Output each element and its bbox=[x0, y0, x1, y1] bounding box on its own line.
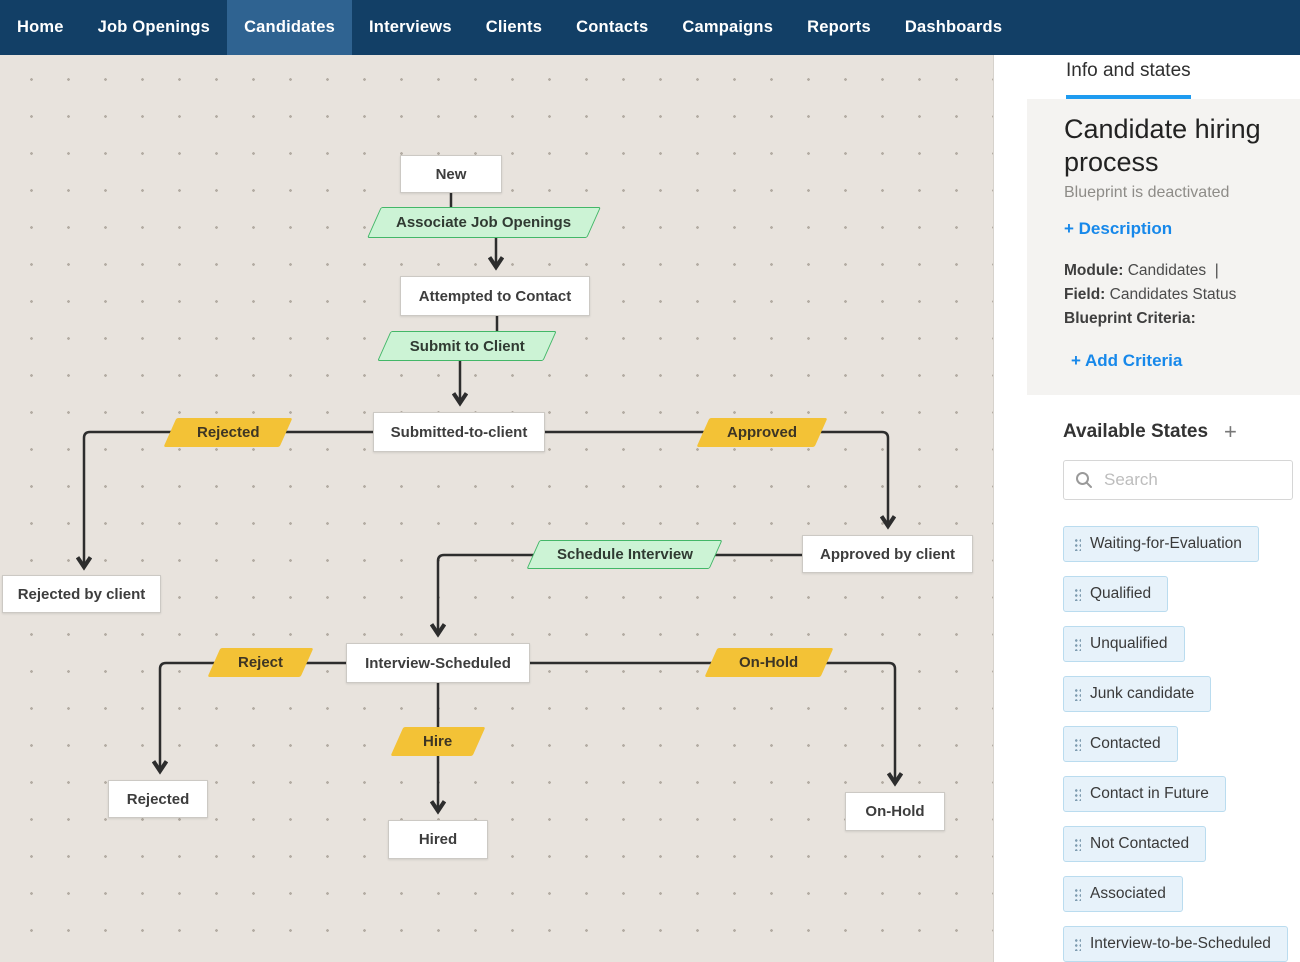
state-chip-list: Waiting-for-Evaluation Qualified Unquali… bbox=[1063, 526, 1300, 962]
state-node-approved-by-client[interactable]: Approved by client bbox=[802, 535, 973, 573]
transition-node-approved[interactable]: Approved bbox=[697, 418, 828, 447]
nav-item[interactable]: Candidates bbox=[227, 0, 352, 55]
transition-node-reject[interactable]: Reject bbox=[208, 648, 314, 677]
nav-item[interactable]: Campaigns bbox=[665, 0, 790, 55]
field-row: Field: Candidates Status bbox=[1064, 283, 1286, 307]
module-separator: | bbox=[1215, 262, 1219, 279]
transition-node-associate-job-openings[interactable]: Associate Job Openings bbox=[367, 207, 601, 238]
info-states-panel: Info and states Candidate hiring process… bbox=[1010, 55, 1300, 962]
nav-item[interactable]: Interviews bbox=[352, 0, 469, 55]
drag-handle-icon bbox=[1074, 788, 1081, 801]
tab-info-and-states[interactable]: Info and states bbox=[1066, 60, 1191, 99]
drag-handle-icon bbox=[1074, 888, 1081, 901]
add-state-plus-icon[interactable]: + bbox=[1224, 419, 1237, 445]
field-value: Candidates Status bbox=[1110, 286, 1237, 303]
state-node-hired[interactable]: Hired bbox=[388, 820, 488, 859]
search-icon bbox=[1075, 471, 1093, 489]
drag-handle-icon bbox=[1074, 838, 1081, 851]
drag-handle-icon bbox=[1074, 538, 1081, 551]
available-states-title: Available States bbox=[1063, 421, 1208, 443]
blueprint-title: Candidate hiring process bbox=[1064, 113, 1294, 179]
nav-item[interactable]: Dashboards bbox=[888, 0, 1019, 55]
state-node-on-hold[interactable]: On-Hold bbox=[845, 792, 945, 831]
drag-handle-icon bbox=[1074, 688, 1081, 701]
blueprint-status: Blueprint is deactivated bbox=[1064, 184, 1286, 202]
nav-item[interactable]: Job Openings bbox=[81, 0, 227, 55]
top-nav: HomeJob OpeningsCandidatesInterviewsClie… bbox=[0, 0, 1300, 55]
available-states-section: Available States + Waiting-for-Evaluatio… bbox=[1010, 395, 1300, 962]
module-row: Module: Candidates | bbox=[1064, 259, 1286, 283]
edge-submitted-rejectedbyclient bbox=[84, 432, 373, 567]
drag-handle-icon bbox=[1074, 588, 1081, 601]
criteria-row: Blueprint Criteria: bbox=[1064, 307, 1286, 331]
add-description-link[interactable]: + Description bbox=[1064, 219, 1172, 239]
state-chip[interactable]: Not Contacted bbox=[1063, 826, 1206, 862]
state-node-rejected-by-client[interactable]: Rejected by client bbox=[2, 575, 161, 613]
state-node-rejected[interactable]: Rejected bbox=[108, 780, 208, 818]
states-search-input[interactable] bbox=[1063, 460, 1293, 500]
transition-node-on-hold[interactable]: On-Hold bbox=[705, 648, 834, 677]
transition-node-schedule-interview[interactable]: Schedule Interview bbox=[527, 540, 723, 569]
drag-handle-icon bbox=[1074, 638, 1081, 651]
state-chip[interactable]: Interview-to-be-Scheduled bbox=[1063, 926, 1288, 962]
state-node-new[interactable]: New bbox=[400, 155, 502, 193]
state-chip[interactable]: Unqualified bbox=[1063, 626, 1185, 662]
transition-node-rejected[interactable]: Rejected bbox=[164, 418, 293, 447]
canvas-panel-divider bbox=[993, 55, 1010, 962]
state-chip[interactable]: Contacted bbox=[1063, 726, 1178, 762]
drag-handle-icon bbox=[1074, 938, 1081, 951]
panel-tab-header: Info and states bbox=[1010, 55, 1300, 99]
state-chip[interactable]: Associated bbox=[1063, 876, 1183, 912]
blueprint-info-card: Candidate hiring process Blueprint is de… bbox=[1027, 99, 1300, 395]
state-chip[interactable]: Qualified bbox=[1063, 576, 1168, 612]
state-node-submitted-to-client[interactable]: Submitted-to-client bbox=[373, 412, 545, 452]
nav-item[interactable]: Contacts bbox=[559, 0, 665, 55]
blueprint-meta: Module: Candidates | Field: Candidates S… bbox=[1064, 259, 1286, 331]
nav-item[interactable]: Clients bbox=[469, 0, 559, 55]
state-chip[interactable]: Contact in Future bbox=[1063, 776, 1226, 812]
criteria-label: Blueprint Criteria: bbox=[1064, 310, 1196, 327]
blueprint-canvas[interactable]: New Associate Job Openings Attempted to … bbox=[0, 55, 993, 962]
edge-interviewscheduled-onhold bbox=[530, 663, 895, 783]
nav-item[interactable]: Reports bbox=[790, 0, 888, 55]
state-chip[interactable]: Waiting-for-Evaluation bbox=[1063, 526, 1259, 562]
state-chip[interactable]: Junk candidate bbox=[1063, 676, 1211, 712]
transition-node-submit-to-client[interactable]: Submit to Client bbox=[377, 331, 556, 361]
field-label: Field: bbox=[1064, 286, 1105, 303]
transition-node-hire[interactable]: Hire bbox=[391, 727, 486, 756]
add-criteria-link[interactable]: + Add Criteria bbox=[1071, 351, 1182, 371]
nav-item[interactable]: Home bbox=[0, 0, 81, 55]
module-label: Module: bbox=[1064, 262, 1123, 279]
state-node-interview-scheduled[interactable]: Interview-Scheduled bbox=[346, 643, 530, 683]
edge-interviewscheduled-rejected bbox=[160, 663, 346, 771]
module-value: Candidates bbox=[1128, 262, 1206, 279]
drag-handle-icon bbox=[1074, 738, 1081, 751]
state-node-attempted-to-contact[interactable]: Attempted to Contact bbox=[400, 276, 590, 316]
